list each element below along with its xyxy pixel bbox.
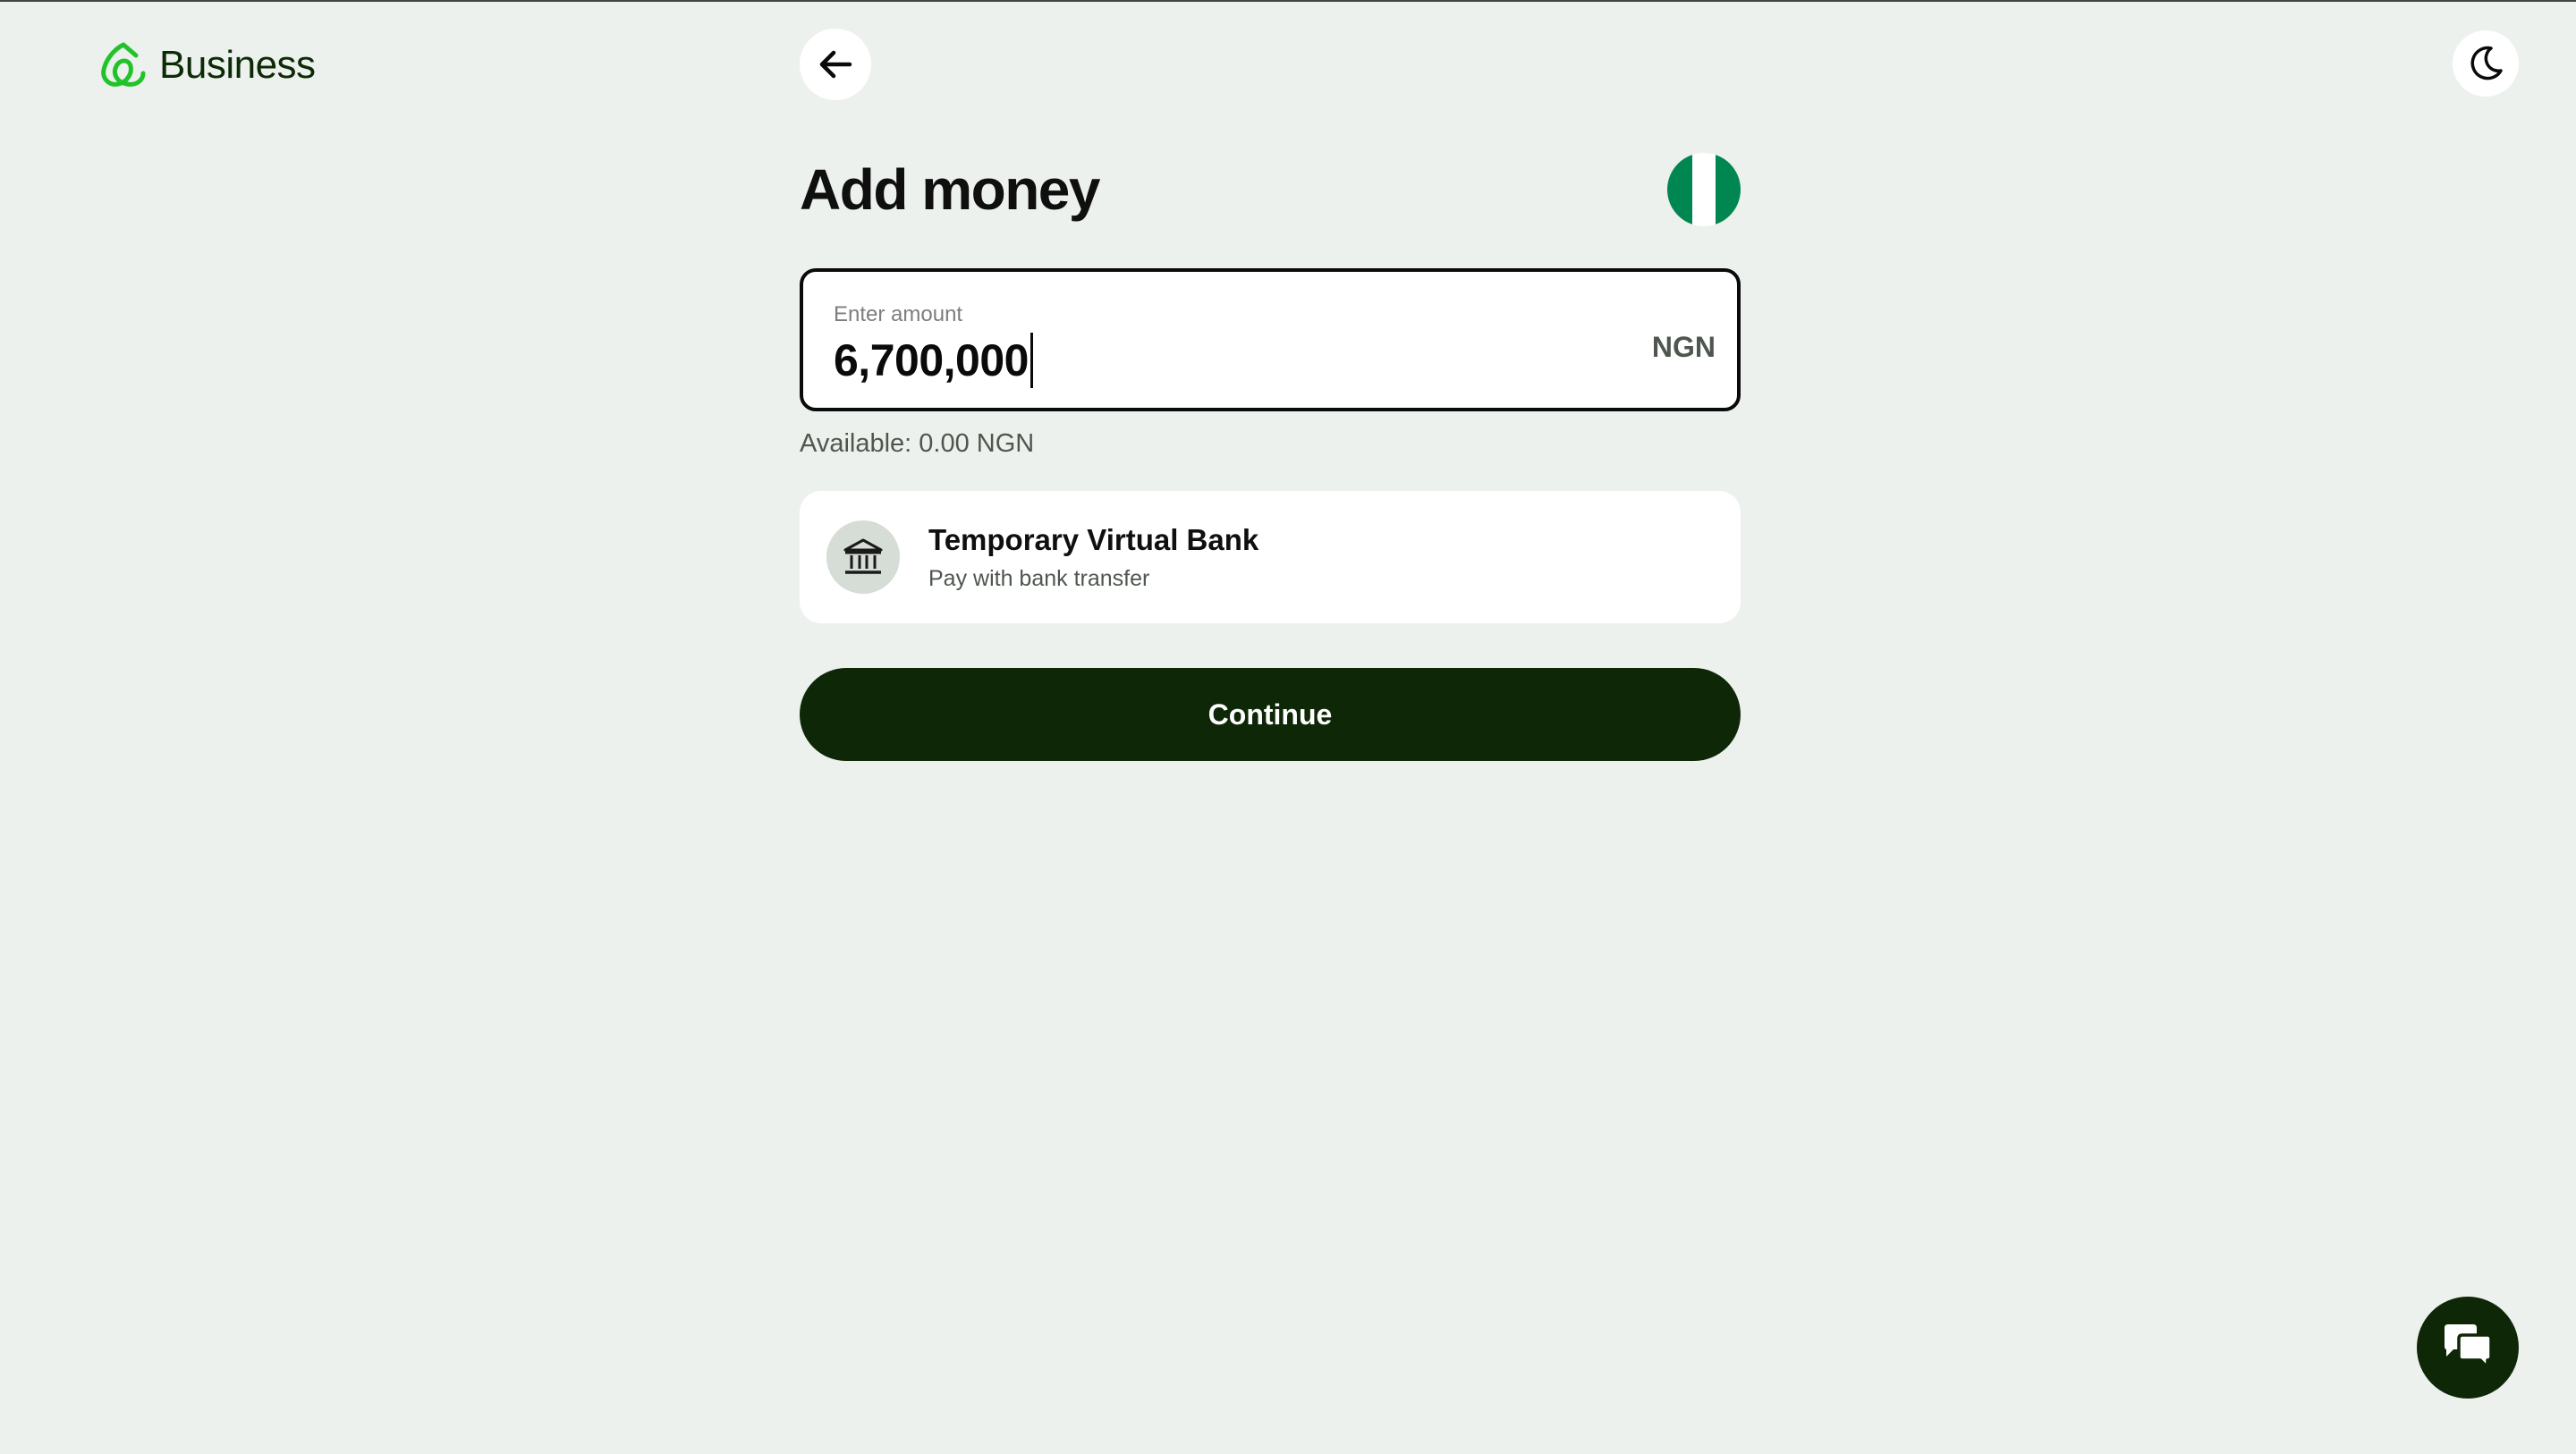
arrow-left-icon bbox=[819, 50, 852, 79]
chat-icon bbox=[2445, 1324, 2493, 1369]
nigeria-flag-icon[interactable] bbox=[1667, 153, 1741, 226]
available-balance: Available: 0.00 NGN bbox=[800, 429, 1035, 458]
brand-logo[interactable]: Business bbox=[97, 41, 316, 89]
chat-support-button[interactable] bbox=[2417, 1297, 2519, 1399]
payment-method-text: Temporary Virtual Bank Pay with bank tra… bbox=[928, 523, 1258, 592]
logo-icon bbox=[101, 42, 146, 87]
payment-method-card[interactable]: Temporary Virtual Bank Pay with bank tra… bbox=[800, 491, 1741, 623]
add-money-panel: Add money Enter amount 6,700,000 NGN Ava… bbox=[800, 145, 1741, 761]
bank-icon-badge bbox=[826, 520, 900, 594]
bank-icon bbox=[843, 538, 883, 574]
payment-method-title: Temporary Virtual Bank bbox=[928, 522, 1259, 556]
continue-button[interactable]: Continue bbox=[800, 668, 1741, 761]
amount-input[interactable]: 6,700,000 bbox=[834, 333, 1033, 388]
currency-code: NGN bbox=[1651, 331, 1716, 363]
back-button[interactable] bbox=[800, 29, 871, 100]
page-title: Add money bbox=[800, 157, 1100, 222]
amount-field[interactable]: Enter amount 6,700,000 NGN bbox=[800, 268, 1741, 411]
brand-name: Business bbox=[159, 43, 316, 87]
amount-label: Enter amount bbox=[834, 302, 963, 326]
payment-method-subtitle: Pay with bank transfer bbox=[928, 565, 1150, 591]
moon-icon bbox=[2470, 46, 2503, 80]
theme-toggle-button[interactable] bbox=[2453, 30, 2519, 97]
title-row: Add money bbox=[800, 145, 1741, 234]
